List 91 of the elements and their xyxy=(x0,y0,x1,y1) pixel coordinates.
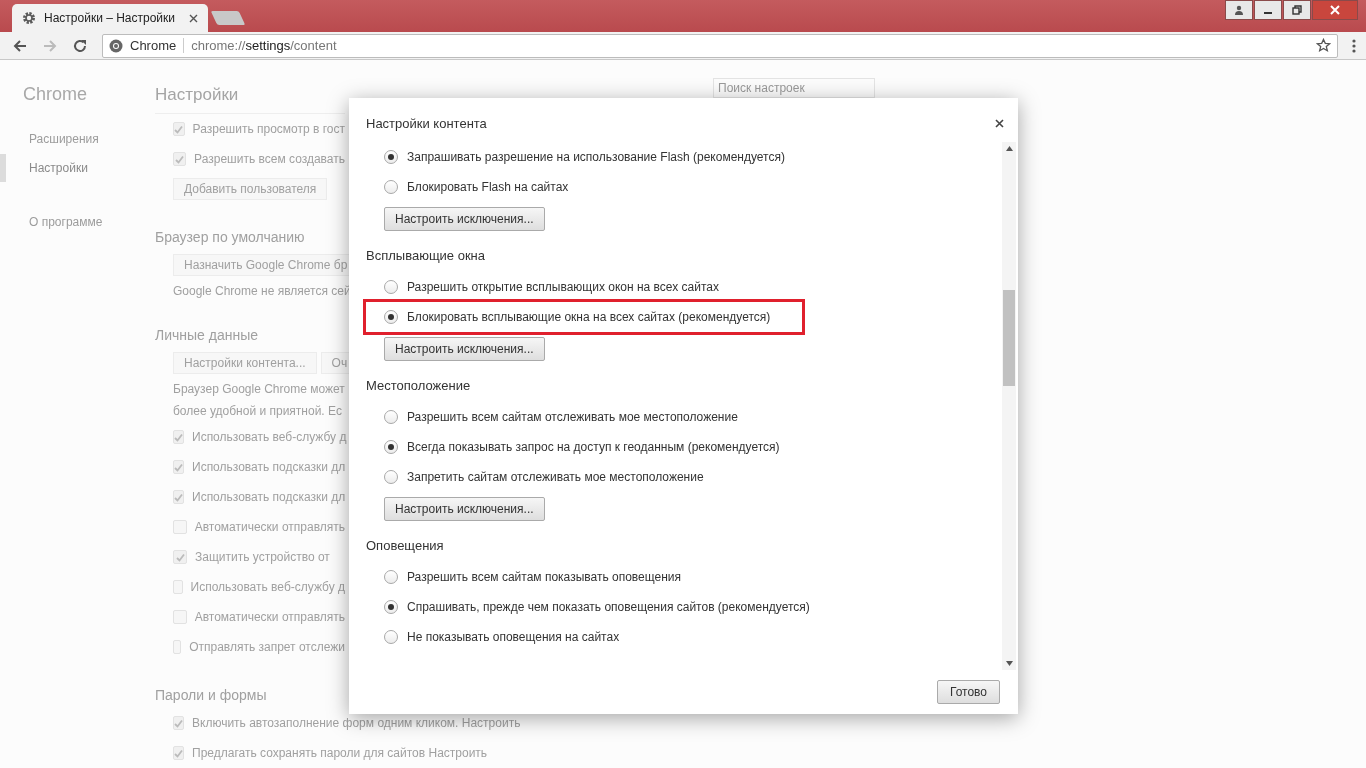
checkbox-label: Использовать веб-службу д xyxy=(190,580,345,594)
user-icon xyxy=(1234,5,1244,15)
section-heading: Личные данные xyxy=(155,326,260,345)
search-field[interactable]: Поиск настроек xyxy=(713,78,875,98)
section-heading: Всплывающие окна xyxy=(366,247,486,265)
url-text: chrome://settings/content xyxy=(191,38,337,54)
close-icon[interactable] xyxy=(189,13,198,23)
checkbox[interactable] xyxy=(173,520,187,534)
new-tab-button[interactable] xyxy=(210,11,246,26)
minimize-button[interactable] xyxy=(1254,0,1282,20)
checkbox-label: Использовать подсказки дл xyxy=(192,490,346,504)
chrome-logo-icon xyxy=(109,38,123,53)
radio-button[interactable] xyxy=(384,630,398,644)
close-button[interactable] xyxy=(1312,0,1358,20)
checkbox-label: Предлагать сохранять пароли для сайтов Настроить xyxy=(192,746,488,760)
description-text: более удобной и приятной. Ес xyxy=(173,403,343,420)
scroll-down-arrow-icon[interactable] xyxy=(1005,661,1013,666)
dialog-title: Настройки контента xyxy=(366,115,487,131)
address-bar[interactable]: Chrome chrome://settings/content xyxy=(102,33,1338,58)
browser-tab[interactable]: Настройки – Настройки xyxy=(12,4,208,33)
sidebar-item[interactable]: Расширения xyxy=(0,125,161,153)
exceptions-button[interactable]: Настроить исключения... xyxy=(384,497,545,521)
profile-button[interactable] xyxy=(1225,0,1253,20)
scrollbar[interactable] xyxy=(1002,142,1016,670)
radio-button[interactable] xyxy=(384,470,398,484)
radio-button[interactable] xyxy=(384,440,398,454)
radio-button[interactable] xyxy=(384,410,398,424)
restore-icon xyxy=(1292,5,1302,15)
radio-button[interactable] xyxy=(384,150,398,164)
exceptions-button[interactable]: Настроить исключения... xyxy=(384,207,545,231)
section-heading: Браузер по умолчанию xyxy=(155,228,306,247)
tab-title: Настройки – Настройки xyxy=(44,11,177,26)
radio-label: Разрешить всем сайтам показывать оповещения xyxy=(407,570,681,584)
reload-icon[interactable] xyxy=(72,37,88,54)
radio-label: Запрашивать разрешение на использование Flash (рекомендуется) xyxy=(407,150,785,164)
checkbox-label: Использовать подсказки дл xyxy=(192,460,346,474)
checkbox[interactable] xyxy=(173,460,184,474)
checkbox[interactable] xyxy=(173,152,187,166)
settings-button[interactable]: Настройки контента... xyxy=(173,352,317,374)
radio-button[interactable] xyxy=(384,570,398,584)
radio-button[interactable] xyxy=(384,310,398,324)
minimize-icon xyxy=(1264,12,1272,14)
page-title: Настройки xyxy=(155,85,345,114)
radio-label: Спрашивать, прежде чем показать оповещения сайтов (рекомендуется) xyxy=(407,600,810,614)
sidebar-item[interactable]: Настройки xyxy=(0,154,161,182)
checkbox-label: Разрешить просмотр в гост xyxy=(192,122,345,136)
checkbox[interactable] xyxy=(173,122,185,136)
checkbox-label: Отправлять запрет отслежи xyxy=(189,640,345,654)
settings-icon xyxy=(22,11,36,26)
back-icon[interactable] xyxy=(12,37,28,54)
scrollbar-thumb[interactable] xyxy=(1003,290,1015,386)
checkbox[interactable] xyxy=(173,580,183,594)
checkbox[interactable] xyxy=(173,490,184,504)
done-button[interactable]: Готово xyxy=(936,680,1000,704)
checkbox[interactable] xyxy=(173,430,184,444)
checkbox-label: Использовать веб-службу д xyxy=(192,430,347,444)
checkbox[interactable] xyxy=(173,550,187,564)
site-label: Chrome xyxy=(130,38,177,54)
description-text: Браузер Google Chrome может xyxy=(173,381,345,398)
forward-icon[interactable] xyxy=(42,37,58,54)
close-icon[interactable] xyxy=(995,118,1004,128)
settings-button[interactable]: Добавить пользователя xyxy=(173,178,328,200)
checkbox[interactable] xyxy=(173,640,182,654)
radio-label: Разрешить открытие всплывающих окон на всех сайтах xyxy=(407,280,719,294)
section-heading: Местоположение xyxy=(366,377,472,395)
checkbox-label: Автоматически отправлять xyxy=(194,520,345,534)
checkbox[interactable] xyxy=(173,610,187,624)
sidebar-title: Chrome xyxy=(22,84,89,105)
radio-button[interactable] xyxy=(384,600,398,614)
star-icon[interactable] xyxy=(1316,38,1331,54)
radio-label: Не показывать оповещения на сайтах xyxy=(407,630,620,644)
close-icon xyxy=(1330,5,1340,15)
checkbox[interactable] xyxy=(173,746,184,760)
radio-label: Запретить сайтам отслеживать мое местоположение xyxy=(407,470,704,484)
radio-label: Разрешить всем сайтам отслеживать мое местоположение xyxy=(407,410,738,424)
exceptions-button[interactable]: Настроить исключения... xyxy=(384,337,545,361)
radio-label: Блокировать Flash на сайтах xyxy=(407,180,569,194)
menu-icon[interactable] xyxy=(1352,37,1356,54)
checkbox-label: Разрешить всем создавать xyxy=(194,152,345,166)
checkbox[interactable] xyxy=(173,716,184,730)
section-heading: Пароли и формы xyxy=(155,686,268,705)
checkbox-label: Защитить устройство от xyxy=(195,550,330,564)
radio-label: Блокировать всплывающие окна на всех сайтах (рекомендуется) xyxy=(407,310,771,324)
checkbox-label: Включить автозаполнение форм одним кликом. Настроить xyxy=(192,716,521,730)
radio-label: Всегда показывать запрос на доступ к геоданным (рекомендуется) xyxy=(407,440,780,454)
restore-button[interactable] xyxy=(1283,0,1311,20)
section-heading: Оповещения xyxy=(366,537,445,555)
radio-button[interactable] xyxy=(384,180,398,194)
scroll-up-arrow-icon[interactable] xyxy=(1005,146,1013,151)
radio-button[interactable] xyxy=(384,280,398,294)
checkbox-label: Автоматически отправлять xyxy=(194,610,345,624)
